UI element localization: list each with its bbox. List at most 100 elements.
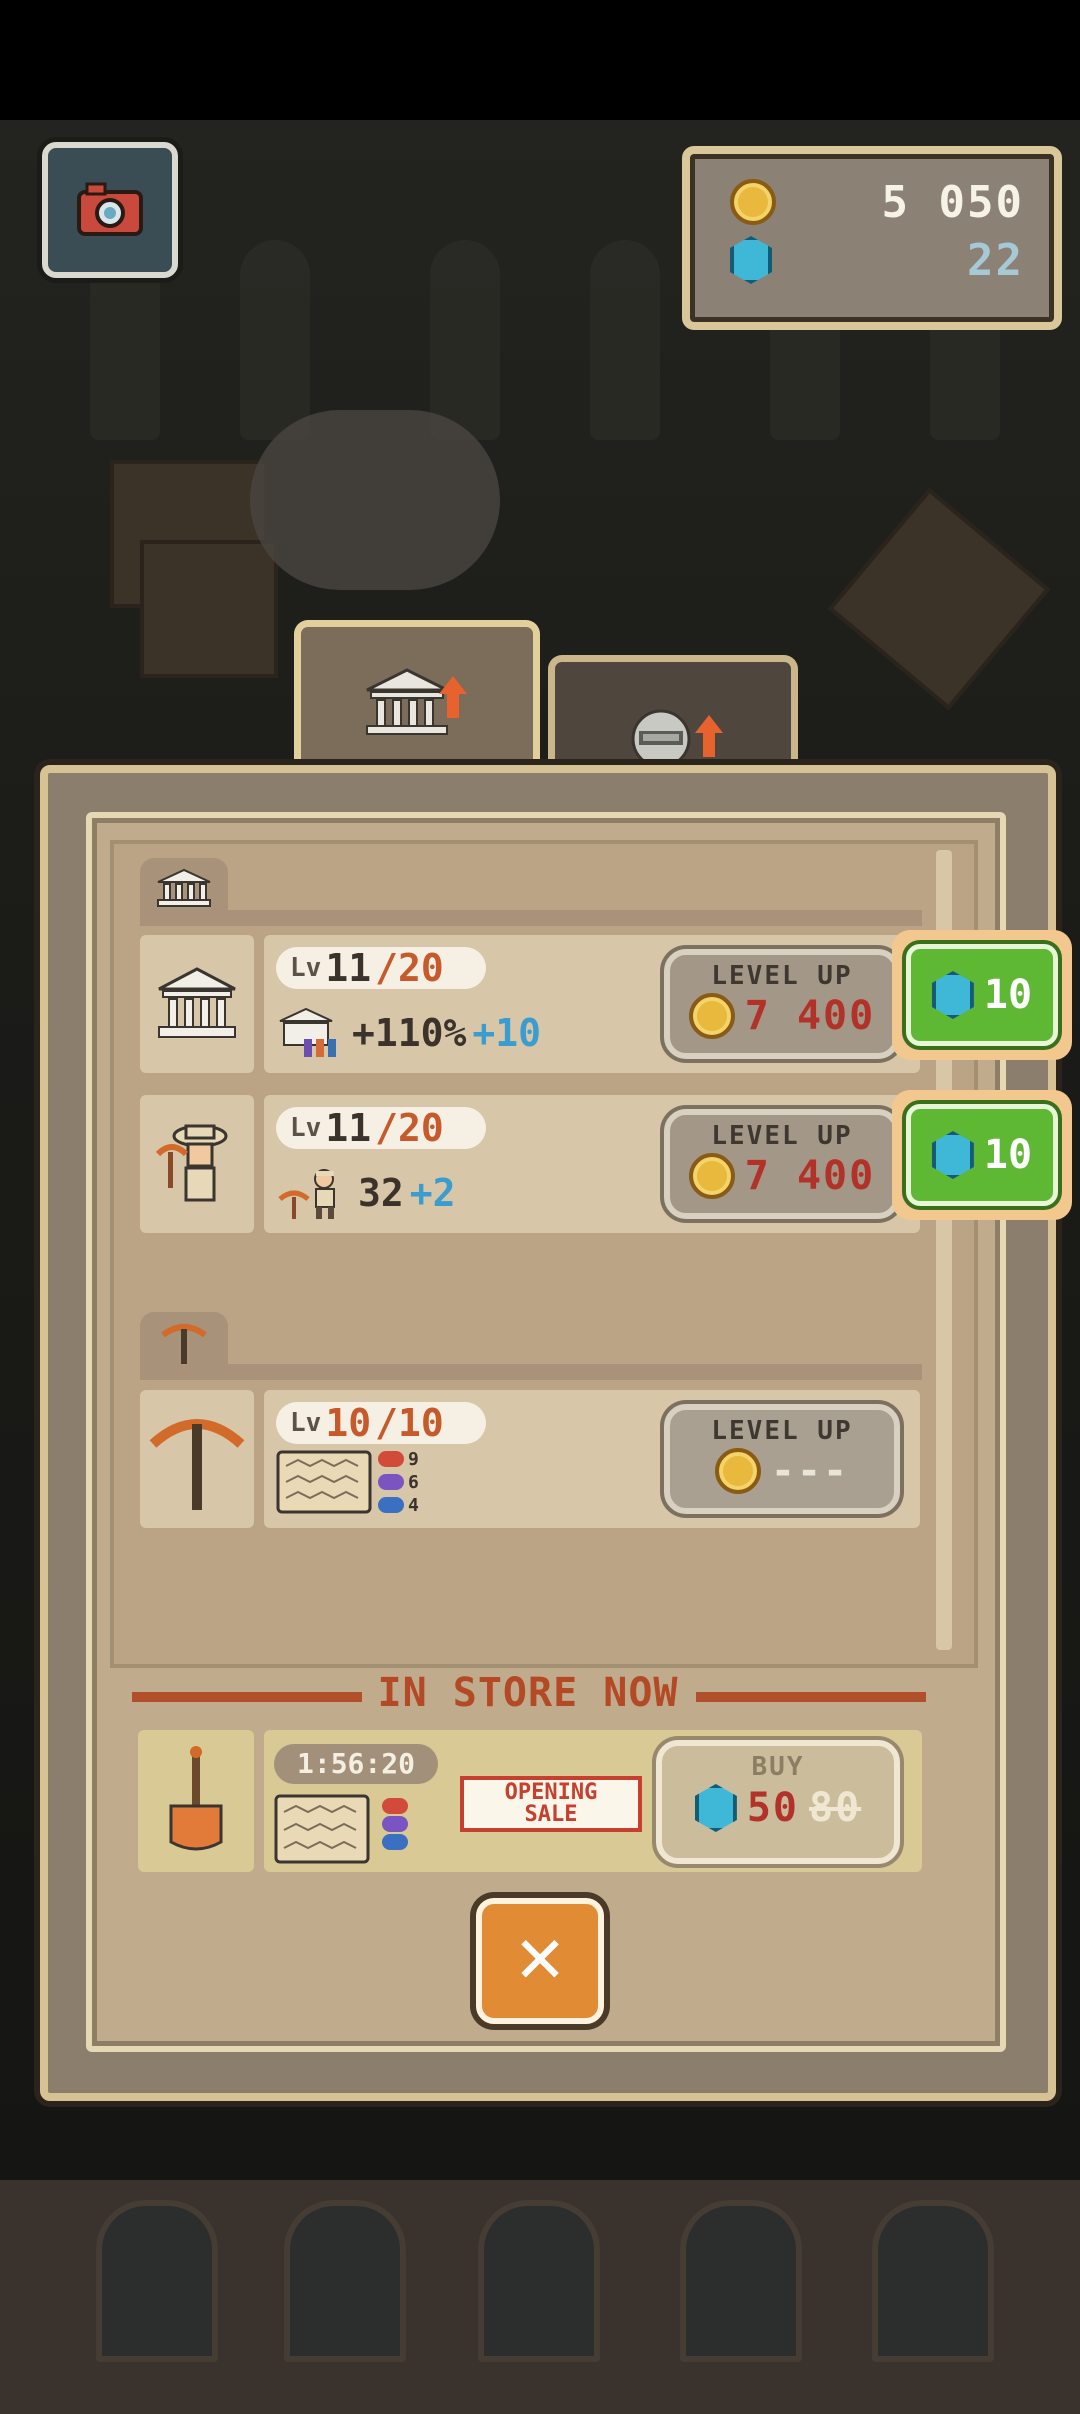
level-up-label: LEVEL UP [711,961,853,991]
level-up-coin-button[interactable]: LEVEL UP 7 400 [664,1109,900,1219]
scene-window [872,2200,994,2362]
shovel-icon-slot [138,1730,254,1872]
coin-cost: 7 400 [744,1153,876,1199]
sale-line-2: SALE [524,1802,578,1827]
museum-capacity-row: Lv 11 /20 +110% +10 LEVEL UP 7 400 [140,935,920,1073]
close-icon: ✕ [513,1924,567,1998]
original-price: 80 [809,1785,862,1831]
buy-button[interactable]: BUY 50 80 [656,1740,900,1864]
scene-crate [140,540,278,678]
store-title-rule [132,1692,362,1702]
buy-label: BUY [751,1752,805,1782]
store-title: IN STORE NOW [377,1670,679,1716]
dig-grid-icon [274,1794,370,1864]
scene-pillar [590,240,660,440]
gem-cost: 10 [983,1132,1033,1178]
worker-bonus: +2 [409,1171,456,1215]
coin-icon [688,993,735,1039]
pickaxe-icon [149,1419,245,1510]
purple-ore-count: 6 [408,1471,419,1493]
coin-icon [714,1448,761,1494]
museum-icon [157,868,211,907]
gem-icon [694,1784,737,1832]
purple-ore-icon [378,1474,404,1490]
blue-ore-icon [378,1497,404,1513]
museum-capacity-details: Lv 11 /20 +110% +10 LEVEL UP 7 400 [264,935,920,1073]
museum-upgrade-icon [366,668,467,735]
archaeologist-icon [155,1124,228,1202]
blue-ore-count: 4 [408,1494,419,1516]
coin-cost: 7 400 [744,993,876,1039]
level-up-label: LEVEL UP [711,1121,853,1151]
level-up-coin-button[interactable]: LEVEL UP 7 400 [664,949,900,1059]
level-pill: Lv 11 /20 [276,1106,486,1150]
level-label: Lv [290,1408,322,1438]
scene-window [478,2200,600,2362]
section-divider [140,1364,922,1380]
level-up-label: LEVEL UP [711,1416,853,1446]
gem-balance: 22 [967,234,1024,286]
capacity-value: +110% [352,1011,467,1055]
camera-button[interactable] [42,142,178,278]
level-up-coin-button-disabled[interactable]: LEVEL UP --- [664,1404,900,1514]
current-level: 11 [325,946,372,990]
gem-icon [730,236,772,284]
purple-ore-icon [382,1816,408,1832]
shovel-icon [169,1746,223,1851]
red-ore-icon [382,1798,408,1814]
close-button[interactable]: ✕ [476,1898,604,2024]
level-up-cost: 7 400 [670,993,894,1039]
coin-balance-row: 5 050 [730,174,1024,230]
museum-icon-slot [140,935,254,1073]
level-label: Lv [290,1113,322,1143]
visitors-icon [279,1007,336,1057]
level-up-cost: 7 400 [670,1153,894,1199]
level-label: Lv [290,953,322,983]
coin-icon [730,179,776,225]
red-ore-count: 9 [408,1448,419,1470]
level-up-gem-button[interactable]: 10 [892,1090,1072,1220]
pickaxe-section-header [140,1312,228,1372]
worker-stat: 32 +2 [276,1163,456,1223]
gem-icon [931,971,974,1019]
level-up-gem-button[interactable]: 10 [892,930,1072,1060]
scene-window [284,2200,406,2362]
pickaxe-icon-slot [140,1390,254,1528]
max-level: /20 [375,1106,444,1150]
dig-area-stat: 9 6 4 [276,1449,419,1516]
scene-window [680,2200,802,2362]
offer-dig-grid [274,1794,370,1868]
scene-dust-cloud [250,410,500,590]
capacity-stat: +110% +10 [276,1003,541,1063]
gem-cost: 10 [983,972,1033,1018]
capacity-bonus: +10 [472,1011,542,1055]
ore-types: 9 6 4 [378,1449,419,1516]
blue-ore-icon [382,1834,408,1850]
buy-price: 50 80 [662,1784,894,1832]
digging-worker-icon [278,1169,335,1219]
coin-cost: --- [770,1448,850,1494]
offer-timer: 1:56:20 [274,1744,438,1784]
museum-icon [158,967,236,1038]
coin-icon [688,1153,735,1199]
store-title-rule [696,1692,926,1702]
gem-balance-row: 22 [730,232,1024,288]
coin-balance: 5 050 [881,176,1024,228]
scene-pillar [430,240,500,440]
max-level: /10 [375,1401,444,1445]
offer-ore-types [382,1798,408,1850]
level-up-cost: --- [670,1448,894,1494]
museum-section-header [140,858,228,918]
tab-museum-upgrades[interactable] [294,620,540,777]
dig-grid-icon [276,1450,372,1514]
scene-pillar [240,240,310,440]
worker-details: Lv 11 /20 32 +2 LEVEL UP 7 400 [264,1095,920,1233]
section-divider [140,910,922,926]
worker-row: Lv 11 /20 32 +2 LEVEL UP 7 400 [140,1095,920,1233]
pickaxe-row: Lv 10 /10 9 6 4 LEVEL UP --- [140,1390,920,1528]
current-level: 11 [325,1106,372,1150]
worker-value: 32 [358,1171,404,1215]
currency-panel: 5 050 22 [682,146,1062,330]
pickaxe-icon [161,1324,207,1365]
max-level: /20 [375,946,444,990]
